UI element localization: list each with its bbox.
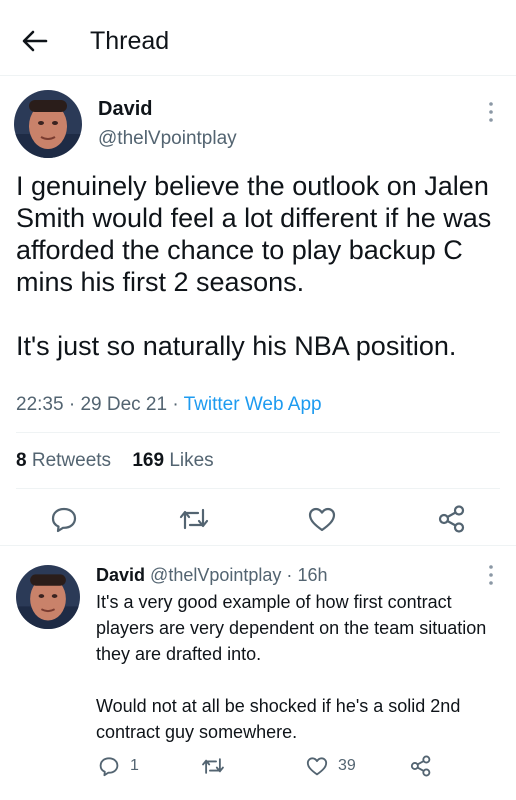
main-tweet: David @thelVpointplay I genuinely believ… [0, 76, 516, 546]
divider [16, 488, 500, 489]
retweet-button[interactable] [200, 753, 226, 779]
retweet-button[interactable] [177, 502, 211, 536]
retweets-stat[interactable]: 8 Retweets [16, 450, 111, 471]
top-bar: Thread [0, 0, 516, 76]
tweet-stats: 8 Retweets 169 Likes [16, 450, 230, 472]
like-button[interactable] [305, 502, 339, 536]
avatar[interactable] [14, 90, 82, 158]
author-handle[interactable]: @thelVpointplay [150, 565, 281, 585]
tweet-timestamp: 22:35 · 29 Dec 21 · Twitter Web App [16, 394, 322, 416]
share-icon [438, 505, 465, 533]
more-options-button[interactable] [486, 563, 496, 587]
reply-text: It's a very good example of how first co… [96, 592, 487, 742]
like-icon [308, 507, 336, 532]
reply-button[interactable] [47, 502, 81, 536]
reply-actions: 1 39 [0, 753, 516, 783]
tweet-text: I genuinely believe the outlook on Jalen… [16, 171, 492, 361]
more-options-button[interactable] [486, 100, 496, 124]
reply-tweet[interactable]: David @thelVpointplay · 16h It's a very … [0, 547, 516, 800]
more-icon [489, 102, 493, 122]
tweet-date[interactable]: 29 Dec 21 [80, 394, 167, 415]
likes-stat[interactable]: 169 Likes [132, 450, 213, 471]
separator: · [286, 565, 293, 585]
author-handle[interactable]: @thelVpointplay [98, 128, 237, 150]
arrow-left-icon [22, 30, 48, 52]
retweet-icon [202, 758, 224, 774]
tweet-source-link[interactable]: Twitter Web App [184, 394, 322, 415]
more-icon [489, 565, 493, 585]
share-button[interactable] [408, 753, 434, 779]
reply-button[interactable]: 1 [96, 753, 139, 779]
author-name[interactable]: David [96, 565, 145, 585]
divider [16, 432, 500, 433]
page-title: Thread [90, 27, 170, 55]
retweet-icon [179, 508, 209, 530]
share-button[interactable] [435, 502, 469, 536]
separator: · [68, 394, 76, 415]
reply-time[interactable]: 16h [297, 565, 327, 585]
author-name[interactable]: David [98, 98, 152, 121]
tweet-time[interactable]: 22:35 [16, 394, 64, 415]
like-icon [306, 757, 328, 776]
back-button[interactable] [18, 24, 52, 58]
reply-count: 1 [130, 757, 139, 774]
reply-header: David @thelVpointplay · 16h [96, 565, 327, 586]
reply-icon [99, 757, 119, 777]
reply-icon [51, 507, 77, 533]
avatar[interactable] [16, 565, 80, 629]
like-count: 39 [338, 757, 356, 774]
like-button[interactable]: 39 [304, 753, 356, 779]
share-icon [410, 755, 431, 777]
separator: · [172, 394, 179, 415]
